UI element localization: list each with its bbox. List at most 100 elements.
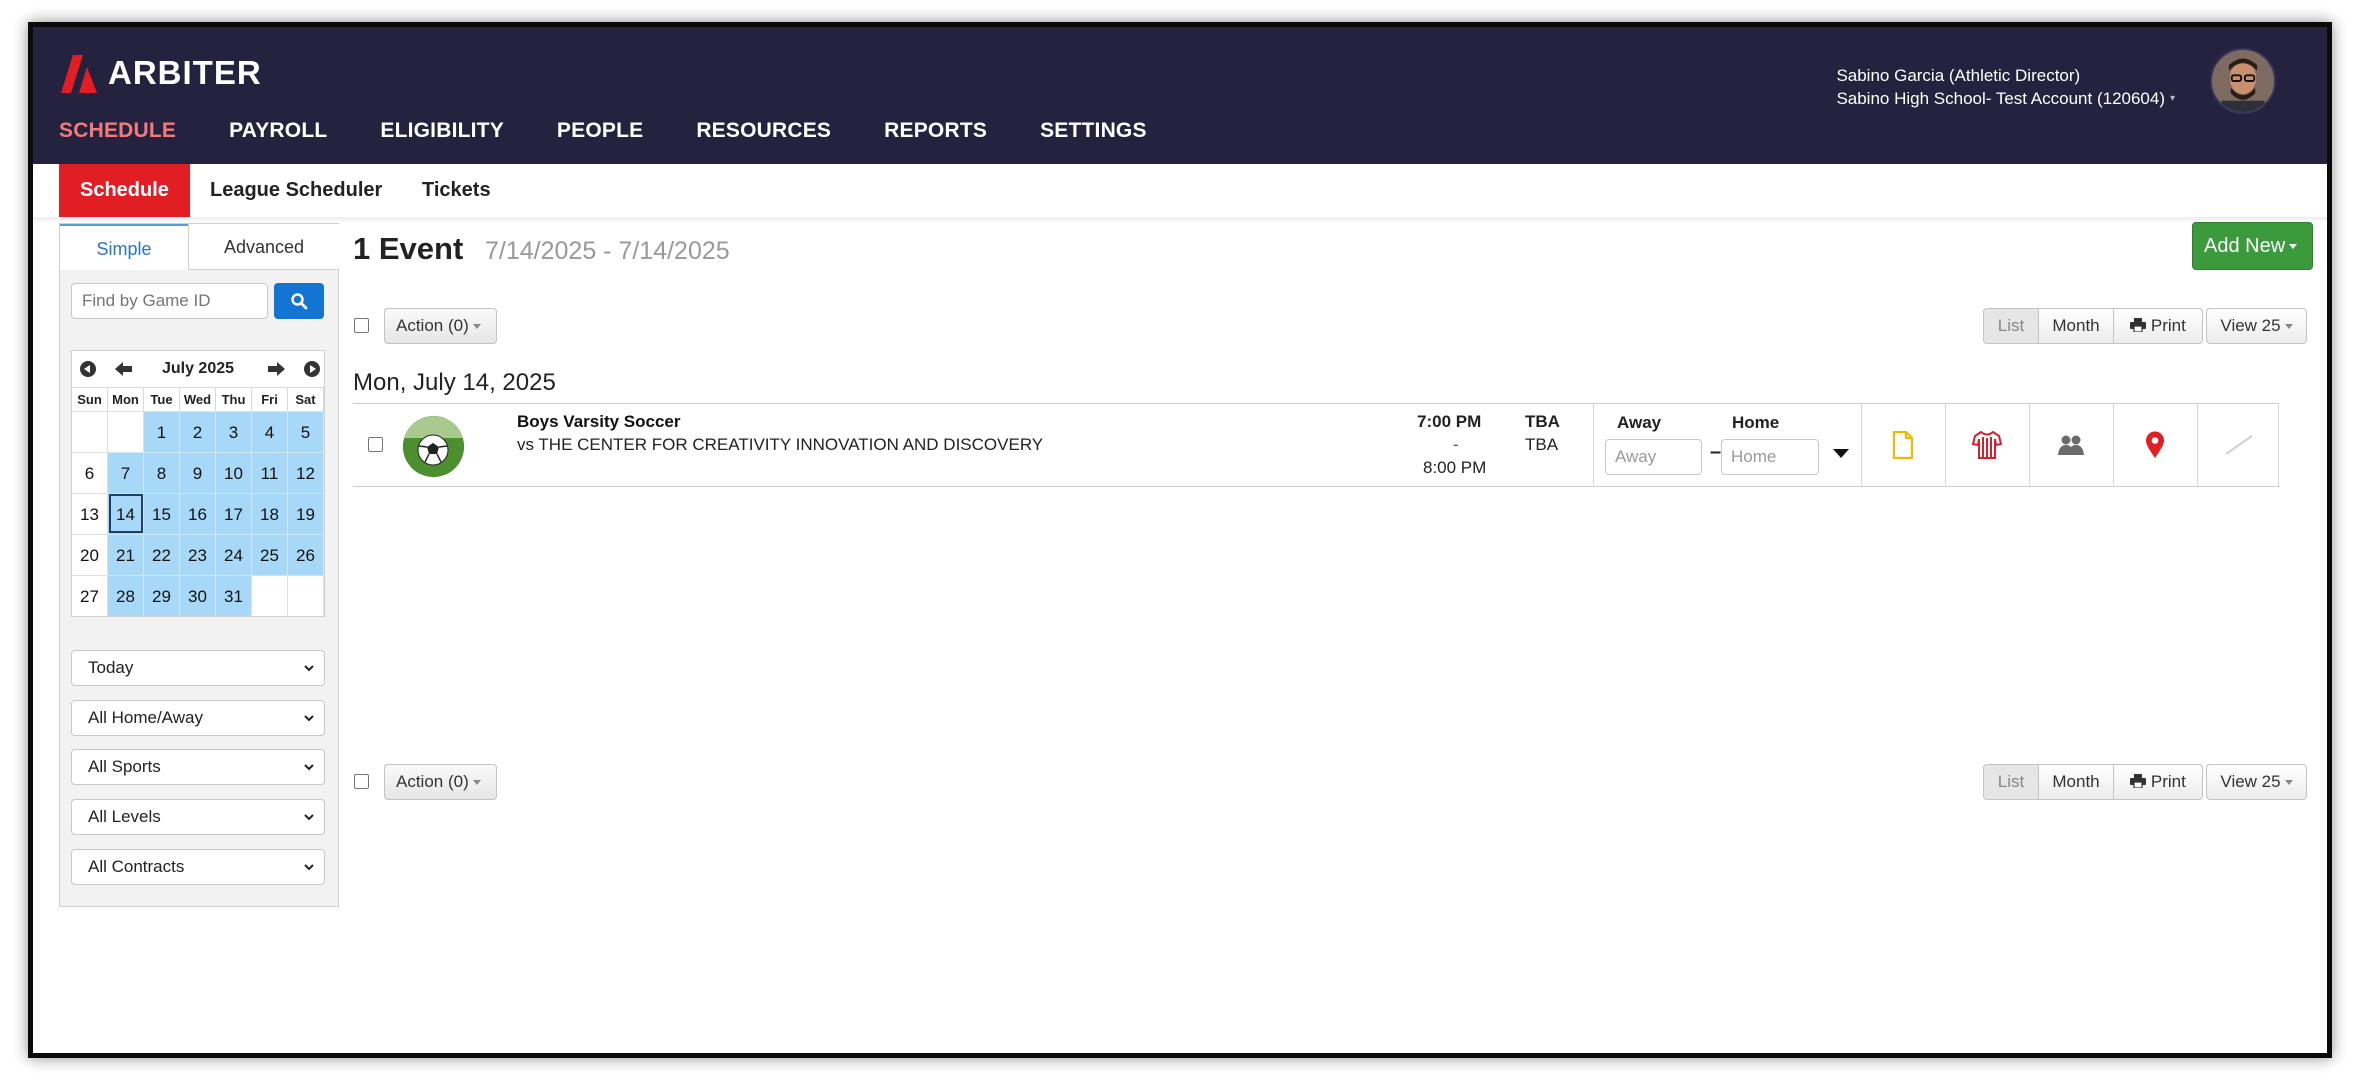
calendar-day[interactable]: 4	[252, 411, 288, 452]
prev-month-icon[interactable]	[114, 359, 134, 379]
calendar-day[interactable]: 21	[108, 534, 144, 575]
calendar-weekday-label: Sun	[72, 387, 108, 411]
score-options-caret-icon[interactable]	[1833, 449, 1849, 458]
tab-advanced[interactable]: Advanced	[188, 224, 339, 270]
subnav-schedule[interactable]: Schedule	[59, 164, 190, 217]
main-nav-schedule[interactable]: SCHEDULE	[59, 119, 176, 143]
home-score-input[interactable]: Home	[1721, 439, 1819, 475]
page-size-button[interactable]: View 25	[2206, 308, 2307, 344]
calendar-day[interactable]: 16	[180, 493, 216, 534]
calendar-day[interactable]: 22	[144, 534, 180, 575]
schedule-main: 1 Event 7/14/2025 - 7/14/2025 Add New Ac…	[353, 217, 2313, 1047]
calendar-day[interactable]: 28	[108, 575, 144, 616]
tab-simple[interactable]: Simple	[60, 224, 188, 270]
search-button[interactable]	[274, 283, 324, 319]
contracts-select-value: All Contracts	[88, 857, 185, 876]
calendar-day[interactable]: 29	[144, 575, 180, 616]
event-time-separator: -	[1453, 435, 1459, 454]
calendar-header: July 2025	[72, 351, 324, 387]
calendar-day[interactable]: 11	[252, 452, 288, 493]
game-details-button[interactable]	[1861, 404, 1945, 486]
game-id-search-input[interactable]	[71, 283, 268, 319]
location-button[interactable]	[2113, 404, 2197, 486]
document-icon	[1892, 431, 1914, 459]
user-menu-caret-icon[interactable]: ▾	[2170, 93, 2175, 104]
calendar-empty-cell	[108, 411, 144, 452]
calendar-day[interactable]: 5	[288, 411, 324, 452]
away-score-input[interactable]: Away	[1605, 439, 1702, 475]
add-new-button[interactable]: Add New	[2192, 222, 2313, 270]
page-size-button[interactable]: View 25	[2206, 764, 2307, 800]
calendar-day[interactable]: 15	[144, 493, 180, 534]
list-view-button[interactable]: List	[1983, 308, 2039, 344]
next-month-icon[interactable]	[266, 359, 286, 379]
officials-button[interactable]	[2029, 404, 2113, 486]
next-year-icon[interactable]	[302, 359, 322, 379]
event-row[interactable]: Boys Varsity Soccer vs THE CENTER FOR CR…	[353, 403, 2279, 487]
calendar-day[interactable]: 1	[144, 411, 180, 452]
date-range-select[interactable]: Today	[71, 650, 325, 686]
event-checkbox[interactable]	[368, 437, 383, 452]
print-button[interactable]: Print	[2113, 764, 2203, 800]
sports-select[interactable]: All Sports	[71, 749, 325, 785]
subnav-tickets[interactable]: Tickets	[422, 164, 491, 217]
calendar-day[interactable]: 18	[252, 493, 288, 534]
month-view-button[interactable]: Month	[2038, 308, 2114, 344]
caret-down-icon	[2289, 244, 2298, 250]
calendar-day[interactable]: 3	[216, 411, 252, 452]
levels-select[interactable]: All Levels	[71, 799, 325, 835]
home-score-label: Home	[1732, 413, 1780, 432]
calendar-day[interactable]: 13	[72, 493, 108, 534]
home-away-select[interactable]: All Home/Away	[71, 700, 325, 736]
action-button[interactable]: Action (0)	[384, 308, 497, 344]
main-nav-payroll[interactable]: PAYROLL	[229, 119, 327, 143]
calendar-day[interactable]: 23	[180, 534, 216, 575]
calendar-day[interactable]: 19	[288, 493, 324, 534]
slash-icon	[2225, 435, 2253, 455]
main-nav-settings[interactable]: SETTINGS	[1040, 119, 1147, 143]
calendar-weekday-label: Tue	[144, 387, 180, 411]
arbiter-logo[interactable]: ARBITER	[59, 53, 262, 93]
subnav-league-scheduler[interactable]: League Scheduler	[210, 164, 382, 217]
view-toolbar: List Month Print View 25	[1983, 308, 2307, 344]
avatar[interactable]	[2210, 48, 2276, 114]
calendar-day[interactable]: 30	[180, 575, 216, 616]
uniform-button[interactable]	[1945, 404, 2029, 486]
contracts-select[interactable]: All Contracts	[71, 849, 325, 885]
calendar-grid: Sun Mon Tue Wed Thu Fri Sat 1 2 3 4 5 6 7 8 9 10 11 12 13 14…	[72, 387, 324, 616]
calendar-day[interactable]: 17	[216, 493, 252, 534]
calendar-day[interactable]: 25	[252, 534, 288, 575]
calendar-day[interactable]: 27	[72, 575, 108, 616]
select-all-checkbox[interactable]	[354, 318, 369, 333]
list-view-button[interactable]: List	[1983, 764, 2039, 800]
calendar-day[interactable]: 6	[72, 452, 108, 493]
main-nav-resources[interactable]: RESOURCES	[696, 119, 831, 143]
main-nav-eligibility[interactable]: ELIGIBILITY	[380, 119, 504, 143]
calendar-day[interactable]: 24	[216, 534, 252, 575]
main-nav-people[interactable]: PEOPLE	[557, 119, 643, 143]
main-nav-reports[interactable]: REPORTS	[884, 119, 987, 143]
prev-year-icon[interactable]	[78, 359, 98, 379]
calendar-day[interactable]: 8	[144, 452, 180, 493]
calendar-day[interactable]: 7	[108, 452, 144, 493]
calendar-day[interactable]: 20	[72, 534, 108, 575]
event-title[interactable]: Boys Varsity Soccer	[517, 412, 680, 432]
print-button[interactable]: Print	[2113, 308, 2203, 344]
calendar-day[interactable]: 10	[216, 452, 252, 493]
calendar-day[interactable]: 2	[180, 411, 216, 452]
calendar-day[interactable]: 31	[216, 575, 252, 616]
printer-icon	[2130, 774, 2147, 789]
date-range-label: 7/14/2025 - 7/14/2025	[485, 237, 730, 265]
calendar-day-today[interactable]: 14	[108, 493, 144, 534]
event-opponent: vs THE CENTER FOR CREATIVITY INNOVATION …	[517, 435, 1044, 454]
calendar-day[interactable]: 26	[288, 534, 324, 575]
action-button-bottom[interactable]: Action (0)	[384, 764, 497, 800]
event-count: 1 Event	[353, 231, 464, 266]
month-view-button[interactable]: Month	[2038, 764, 2114, 800]
calendar-day[interactable]: 9	[180, 452, 216, 493]
cancel-status-button[interactable]	[2197, 404, 2281, 486]
select-all-checkbox-bottom[interactable]	[354, 774, 369, 789]
score-separator: –	[1710, 441, 1722, 463]
user-menu[interactable]: Sabino Garcia (Athletic Director) Sabino…	[1836, 64, 2165, 110]
calendar-day[interactable]: 12	[288, 452, 324, 493]
